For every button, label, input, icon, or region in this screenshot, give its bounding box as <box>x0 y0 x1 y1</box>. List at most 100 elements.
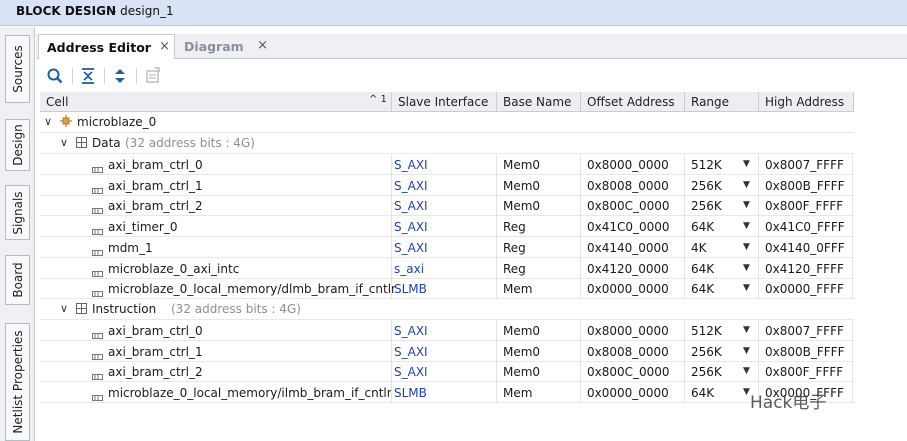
address-space-icon <box>76 303 87 317</box>
table-row[interactable]: axi_bram_ctrl_0 S_AXI Mem0 0x8000_0000 512K ▼… <box>40 320 854 341</box>
base-name: Reg <box>503 220 526 235</box>
search-icon[interactable] <box>46 67 66 85</box>
column-header-high-address[interactable]: High Address <box>765 95 844 109</box>
dropdown-arrow-icon[interactable]: ▼ <box>743 221 750 231</box>
base-name: Mem0 <box>503 199 541 214</box>
range-select[interactable]: 64K <box>691 282 714 296</box>
dropdown-arrow-icon[interactable]: ▼ <box>743 242 750 252</box>
base-name: Reg <box>503 261 526 276</box>
table-row[interactable]: axi_bram_ctrl_1 S_AXI Mem0 0x8008_0000 256K ▼… <box>40 174 854 196</box>
offset-address-field[interactable]: 0x0000_0000 <box>587 386 669 400</box>
auto-assign-icon[interactable] <box>144 67 164 85</box>
side-tab-design[interactable]: Design <box>5 119 30 171</box>
close-icon[interactable]: × <box>159 39 170 54</box>
table-row[interactable]: microblaze_0_axi_intc s_axi Reg 0x4120_0000… <box>40 257 854 279</box>
tree-row-root[interactable]: ∨ microblaze_0 <box>40 112 854 133</box>
offset-address-field[interactable]: 0x8008_0000 <box>587 179 669 193</box>
range-select[interactable]: 256K <box>691 199 722 213</box>
tab-address-editor[interactable]: Address Editor × <box>38 34 175 59</box>
offset-address-field[interactable]: 0x41C0_0000 <box>587 220 670 234</box>
offset-address-field[interactable]: 0x8008_0000 <box>587 345 669 359</box>
base-name: Mem0 <box>503 324 541 338</box>
offset-address-field[interactable]: 0x8000_0000 <box>587 158 669 172</box>
slave-interface-link[interactable]: S_AXI <box>394 324 428 338</box>
group-note: (32 address bits : 4G) <box>125 136 255 150</box>
dropdown-arrow-icon[interactable]: ▼ <box>743 159 750 169</box>
offset-address-field[interactable]: 0x4120_0000 <box>587 262 669 276</box>
offset-address-field[interactable]: 0x800C_0000 <box>587 365 670 379</box>
slave-interface-link[interactable]: S_AXI <box>394 220 428 234</box>
slave-interface-link[interactable]: S_AXI <box>394 241 428 255</box>
dropdown-arrow-icon[interactable]: ▼ <box>743 346 750 356</box>
tree-row-group[interactable]: ∨ Data (32 address bits : 4G) <box>40 133 854 154</box>
cell-name: microblaze_0_local_memory/dlmb_bram_if_c… <box>108 282 396 297</box>
range-select[interactable]: 64K <box>691 262 714 276</box>
dropdown-arrow-icon[interactable]: ▼ <box>743 387 750 397</box>
chevron-down-icon[interactable]: ∨ <box>60 136 68 149</box>
slave-interface-link[interactable]: S_AXI <box>394 199 428 213</box>
slave-interface-link[interactable]: s_axi <box>394 262 424 276</box>
high-address: 0x8007_FFFF <box>765 324 844 338</box>
slave-interface-link[interactable]: S_AXI <box>394 345 428 359</box>
table-row[interactable]: axi_timer_0 S_AXI Reg 0x41C0_0000 64K ▼ 0x41C0… <box>40 216 854 238</box>
table-row[interactable]: axi_bram_ctrl_1 S_AXI Mem0 0x8008_0000 256K ▼… <box>40 340 854 362</box>
offset-address-field[interactable]: 0x800C_0000 <box>587 199 670 213</box>
dropdown-arrow-icon[interactable]: ▼ <box>743 180 750 190</box>
slave-interface-link[interactable]: S_AXI <box>394 158 428 172</box>
expand-all-icon[interactable] <box>111 67 131 85</box>
range-select[interactable]: 512K <box>691 158 722 172</box>
group-label: Instruction <box>92 302 157 316</box>
slave-interface-link[interactable]: SLMB <box>394 386 427 400</box>
offset-address-field[interactable]: 0x8000_0000 <box>587 324 669 338</box>
range-select[interactable]: 64K <box>691 386 714 400</box>
tree-label: microblaze_0 <box>77 115 157 129</box>
dropdown-arrow-icon[interactable]: ▼ <box>743 283 750 293</box>
group-label: Data <box>92 136 121 150</box>
dropdown-arrow-icon[interactable]: ▼ <box>743 366 750 376</box>
group-note: (32 address bits : 4G) <box>171 302 301 316</box>
column-header-cell[interactable]: Cell <box>46 95 68 109</box>
side-tab-board[interactable]: Board <box>5 255 30 305</box>
column-header-offset-address[interactable]: Offset Address <box>587 95 675 109</box>
dropdown-arrow-icon[interactable]: ▼ <box>743 325 750 335</box>
table-row[interactable]: microblaze_0_local_memory/dlmb_bram_if_c… <box>40 278 854 300</box>
cell-name: microblaze_0_axi_intc <box>108 261 240 276</box>
column-header-slave-interface[interactable]: Slave Interface <box>398 95 488 109</box>
offset-address-field[interactable]: 0x4140_0000 <box>587 241 669 255</box>
range-select[interactable]: 512K <box>691 324 722 338</box>
dropdown-arrow-icon[interactable]: ▼ <box>743 263 750 273</box>
dropdown-arrow-icon[interactable]: ▼ <box>743 200 750 210</box>
table-row[interactable]: axi_bram_ctrl_2 S_AXI Mem0 0x800C_0000 256K ▼… <box>40 195 854 217</box>
slave-interface-link[interactable]: S_AXI <box>394 179 428 193</box>
range-select[interactable]: 64K <box>691 220 714 234</box>
table-row[interactable]: axi_bram_ctrl_0 S_AXI Mem0 0x8000_0000 512K ▼… <box>40 154 854 175</box>
side-tab-signals[interactable]: Signals <box>5 185 30 240</box>
base-name: Reg <box>503 240 526 255</box>
range-select[interactable]: 256K <box>691 365 722 379</box>
cell-name: axi_bram_ctrl_1 <box>108 178 203 193</box>
slave-interface-link[interactable]: SLMB <box>394 282 427 296</box>
table-row[interactable]: axi_bram_ctrl_2 S_AXI Mem0 0x800C_0000 256K ▼… <box>40 361 854 383</box>
collapse-all-icon[interactable] <box>79 67 99 85</box>
column-header-base-name[interactable]: Base Name <box>503 95 571 109</box>
close-icon[interactable]: × <box>257 38 268 53</box>
column-header-range[interactable]: Range <box>691 95 729 109</box>
range-select[interactable]: 4K <box>691 241 707 255</box>
table-row[interactable]: mdm_1 S_AXI Reg 0x4140_0000 4K ▼ 0x4140_0FFF <box>40 236 854 258</box>
side-tab-sources[interactable]: Sources <box>5 35 30 103</box>
range-select[interactable]: 256K <box>691 179 722 193</box>
chevron-down-icon[interactable]: ∨ <box>60 302 68 315</box>
tree-row-group[interactable]: ∨ Instruction (32 address bits : 4G) <box>40 299 854 320</box>
table-row[interactable]: microblaze_0_local_memory/ilmb_bram_if_c… <box>40 382 854 404</box>
range-select[interactable]: 256K <box>691 345 722 359</box>
tab-diagram[interactable]: Diagram × <box>176 34 272 59</box>
slave-interface-link[interactable]: S_AXI <box>394 365 428 379</box>
side-tab-netlist-properties[interactable]: Netlist Properties <box>5 323 30 441</box>
cell-name: mdm_1 <box>108 240 153 255</box>
base-name: Mem0 <box>503 178 541 193</box>
offset-address-field[interactable]: 0x0000_0000 <box>587 282 669 296</box>
title-bar: BLOCK DESIGN - design_1 <box>0 0 907 26</box>
toolbar <box>36 60 907 92</box>
chevron-down-icon[interactable]: ∨ <box>44 115 52 128</box>
cell-name: axi_bram_ctrl_2 <box>108 199 203 214</box>
